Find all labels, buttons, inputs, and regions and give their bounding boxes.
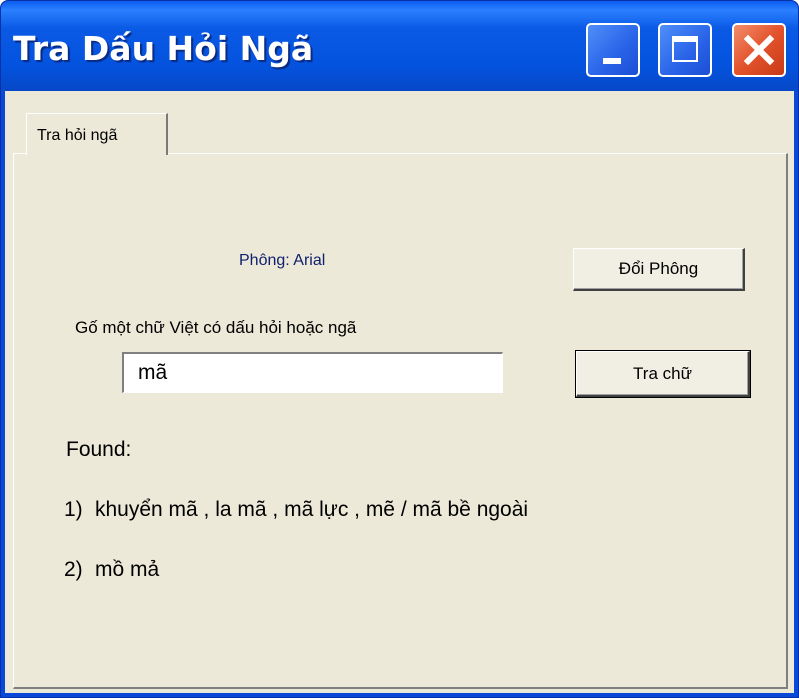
- result-line-2: 2) mồ mả: [64, 558, 159, 582]
- client-area: Tra hỏi ngã Phông: Arial Đổi Phông Gố mộ…: [5, 91, 794, 693]
- word-input[interactable]: [122, 352, 503, 393]
- tab-label: Tra hỏi ngã: [37, 127, 118, 144]
- tab-tra-hoi-nga[interactable]: Tra hỏi ngã: [26, 113, 168, 155]
- result-number: 2): [64, 558, 83, 581]
- instruction-label: Gố một chữ Việt có dấu hỏi hoặc ngã: [75, 318, 357, 337]
- close-icon: [743, 34, 775, 66]
- minimize-button[interactable]: [586, 23, 640, 77]
- lookup-button[interactable]: Tra chữ: [575, 350, 751, 398]
- maximize-icon: [672, 36, 698, 62]
- app-window: Tra Dấu Hỏi Ngã Tra hỏi ngã Phông: Arial…: [0, 0, 799, 698]
- font-label: Phông: Arial: [239, 252, 326, 269]
- tab-panel: Phông: Arial Đổi Phông Gố một chữ Việt c…: [13, 153, 788, 689]
- change-font-button[interactable]: Đổi Phông: [573, 248, 745, 291]
- maximize-button[interactable]: [658, 23, 712, 77]
- result-text: mồ mả: [95, 558, 160, 581]
- result-line-1: 1) khuyển mã , la mã , mã lực , mẽ / mã b…: [64, 498, 528, 522]
- minimize-icon: [603, 58, 621, 64]
- result-text: khuyển mã , la mã , mã lực , mẽ / mã bề …: [95, 498, 529, 521]
- result-number: 1): [64, 498, 83, 521]
- close-button[interactable]: [732, 23, 786, 77]
- window-title: Tra Dấu Hỏi Ngã: [13, 29, 314, 68]
- title-bar[interactable]: Tra Dấu Hỏi Ngã: [1, 1, 798, 91]
- found-label: Found:: [66, 438, 132, 461]
